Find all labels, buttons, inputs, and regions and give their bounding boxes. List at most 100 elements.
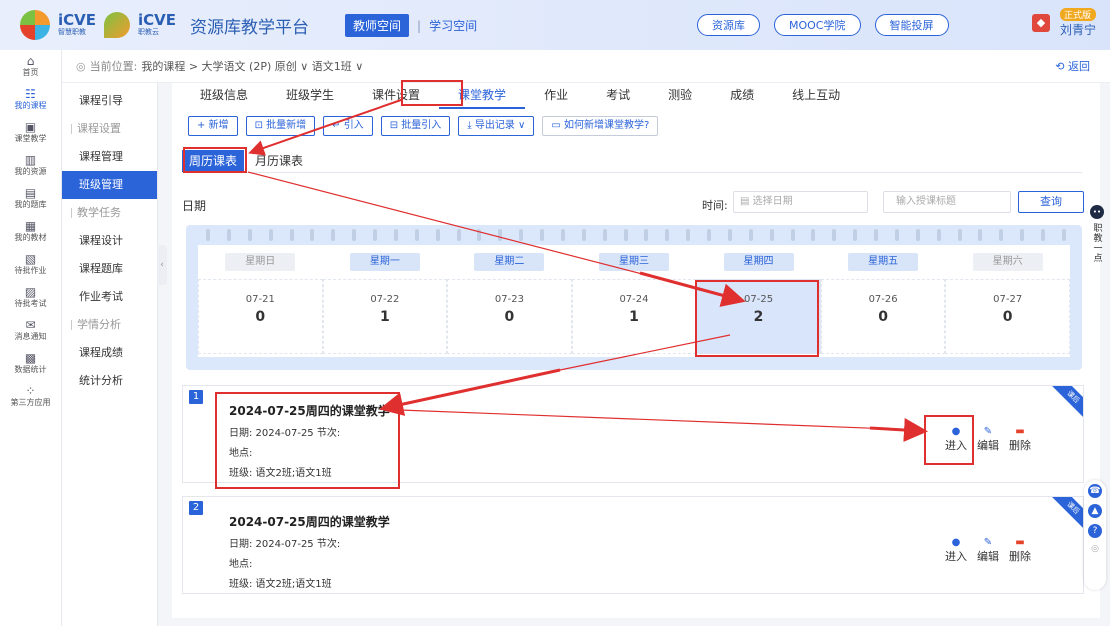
howto-button[interactable]: ▭ 如何新增课堂教学? <box>542 116 659 136</box>
calendar-ring <box>894 229 899 241</box>
day-cell[interactable]: 07-22 1 <box>322 279 448 354</box>
export-label: 导出记录 ∨ <box>474 120 526 131</box>
homework-icon: ▧ <box>24 252 37 266</box>
calendar-ring <box>268 229 273 241</box>
smart-screen-button[interactable]: 智能投屏 <box>874 14 949 36</box>
logo-area[interactable]: iCVE 智慧职教 iCVE 职教云 资源库教学平台 <box>0 10 309 40</box>
rail-item-homework[interactable]: ▧ 待批作业 <box>0 248 61 281</box>
back-link[interactable]: ⟲ 返回 <box>1055 58 1090 74</box>
tab-7[interactable]: 成绩 <box>711 83 773 109</box>
day-cell[interactable]: 07-24 1 <box>571 279 697 354</box>
breadcrumb-path[interactable]: 我的课程 > 大学语文 (2P) 原创 ∨ 语文1班 ∨ <box>141 58 363 74</box>
user-info: 正式版 刘青宁 <box>1059 8 1096 38</box>
breadcrumb-location-label: 当前位置: <box>89 60 138 73</box>
rail-item-textbook[interactable]: ▦ 我的教材 <box>0 215 61 248</box>
day-date: 07-24 <box>619 294 649 305</box>
sidebar-item-stat-analysis[interactable]: 统计分析 <box>62 367 157 395</box>
teacher-space-button[interactable]: 教师空间 <box>345 14 410 37</box>
rail-item-exam[interactable]: ▨ 待批考试 <box>0 281 61 314</box>
sidebar-item-course-manage[interactable]: 课程管理 <box>62 143 157 171</box>
notification-icon[interactable]: ◆ <box>1031 14 1050 32</box>
stats-icon: ▩ <box>24 351 37 365</box>
sidebar-collapse-handle[interactable]: ‹ <box>157 245 167 285</box>
rail-item-course[interactable]: ☷ 我的课程 <box>0 83 61 116</box>
day-cell[interactable]: 07-26 0 <box>820 279 946 354</box>
day-cell[interactable]: 07-23 0 <box>447 279 572 354</box>
day-lesson-count: 0 <box>504 309 515 325</box>
query-button[interactable]: 查询 <box>1018 191 1084 213</box>
enter-label: 进入 <box>945 550 967 563</box>
tab-4[interactable]: 作业 <box>525 83 587 109</box>
sidebar-item-class-manage[interactable]: 班级管理 <box>62 171 157 199</box>
sidebar-item-question-bank[interactable]: 课程题库 <box>62 255 157 283</box>
lesson-place: 地点: <box>229 559 253 570</box>
tab-6[interactable]: 测验 <box>649 83 711 109</box>
rail-item-question-bank[interactable]: ▤ 我的题库 <box>0 182 61 215</box>
sidebar-item-guide[interactable]: 课程引导 <box>62 87 157 115</box>
study-space-link[interactable]: 学习空间 <box>429 17 477 34</box>
tab-1[interactable]: 班级学生 <box>267 83 353 109</box>
resource-library-button[interactable]: 资源库 <box>697 14 760 36</box>
edit-label: 编辑 <box>977 439 999 452</box>
sidebar-group-analysis: 学情分析 <box>62 311 157 339</box>
delete-label: 删除 <box>1009 439 1031 452</box>
edit-label: 编辑 <box>977 550 999 563</box>
sidebar-item-homework-exam[interactable]: 作业考试 <box>62 283 157 311</box>
lesson-date-line: 日期: 2024-07-25 节次: <box>229 539 341 550</box>
calendar-ring <box>1041 229 1045 241</box>
tab-5[interactable]: 考试 <box>587 83 649 109</box>
help-icon[interactable]: ? <box>1088 524 1102 538</box>
upload-icon[interactable]: ▲ <box>1088 504 1102 518</box>
week-calendar: 星期日 星期一 星期二 星期三 星期四 星期五 星期六 07-21 0 07-22 1 07-23 0… <box>186 225 1082 370</box>
rail-item-stats[interactable]: ▩ 数据统计 <box>0 347 61 380</box>
video-icon: ▭ <box>551 120 564 131</box>
user-area[interactable]: ◆ 正式版 刘青宁 <box>1031 8 1096 38</box>
tab-8[interactable]: 线上互动 <box>773 83 859 109</box>
rail-item-resource[interactable]: ▥ 我的资源 <box>0 149 61 182</box>
calendar-ring <box>289 229 294 241</box>
calendar-ring <box>498 229 503 241</box>
lesson-card: 2 课后 2024-07-25周四的课堂教学 日期: 2024-07-25 节次: 地点… <box>182 496 1084 594</box>
tab-month-schedule[interactable]: 月历课表 <box>248 150 310 172</box>
batch-add-button[interactable]: ⊡ 批量新增 <box>245 116 316 136</box>
assistant-float[interactable]: •• 职教一点 <box>1090 205 1104 263</box>
rail-item-home[interactable]: ⌂ 首页 <box>0 50 61 83</box>
user-name[interactable]: 刘青宁 <box>1060 21 1096 38</box>
assistant-label: 职教一点 <box>1091 223 1102 263</box>
add-button[interactable]: + 新增 <box>188 116 238 136</box>
mooc-button[interactable]: MOOC学院 <box>774 14 861 36</box>
scroll-top-icon[interactable]: ◎ <box>1091 544 1099 554</box>
day-date: 07-21 <box>245 294 275 305</box>
edit-button[interactable]: ✎ 编辑 <box>977 537 999 564</box>
sidebar-item-course-design[interactable]: 课程设计 <box>62 227 157 255</box>
export-icon: ⤓ <box>467 120 475 131</box>
rail-item-message[interactable]: ✉ 消息通知 <box>0 314 61 347</box>
batch-import-button[interactable]: ⊟ 批量引入 <box>380 116 451 136</box>
day-cell[interactable]: 07-21 0 <box>198 279 323 354</box>
delete-button[interactable]: ▬ 删除 <box>1009 537 1031 564</box>
logo2-block: iCVE 职教云 <box>138 13 176 37</box>
tab-0[interactable]: 班级信息 <box>172 83 267 109</box>
date-picker-input[interactable]: ▤ 选择日期 <box>733 191 868 213</box>
rail-label: 我的教材 <box>14 233 47 242</box>
calendar-ring <box>414 229 419 241</box>
rail-item-apps[interactable]: ⁘ 第三方应用 <box>0 380 61 413</box>
weekday-header: 星期一 <box>323 253 448 271</box>
export-records-button[interactable]: ⤓ 导出记录 ∨ <box>458 116 535 136</box>
floating-toolbar: ☎ ▲ ? ◎ <box>1084 480 1106 590</box>
calendar-ring <box>999 229 1004 241</box>
weekday-header: 星期三 <box>572 253 697 271</box>
rail-item-classroom[interactable]: ▣ 课堂教学 <box>0 116 61 149</box>
enter-button[interactable]: ● 进入 <box>945 537 967 564</box>
lesson-title-input[interactable]: 输入授课标题 <box>883 191 1011 213</box>
customer-service-icon[interactable]: ☎ <box>1088 484 1102 498</box>
rail-label: 数据统计 <box>14 365 47 374</box>
lesson-title[interactable]: 2024-07-25周四的课堂教学 <box>229 513 390 530</box>
calendar-icon: ▤ <box>740 196 753 207</box>
delete-button[interactable]: ▬ 删除 <box>1009 426 1031 453</box>
import-button[interactable]: ↵ 引入 <box>323 116 373 136</box>
day-cell[interactable]: 07-27 0 <box>945 279 1070 354</box>
batch-import-icon: ⊟ <box>389 120 402 131</box>
sidebar-item-course-grades[interactable]: 课程成绩 <box>62 339 157 367</box>
edit-button[interactable]: ✎ 编辑 <box>977 426 999 453</box>
